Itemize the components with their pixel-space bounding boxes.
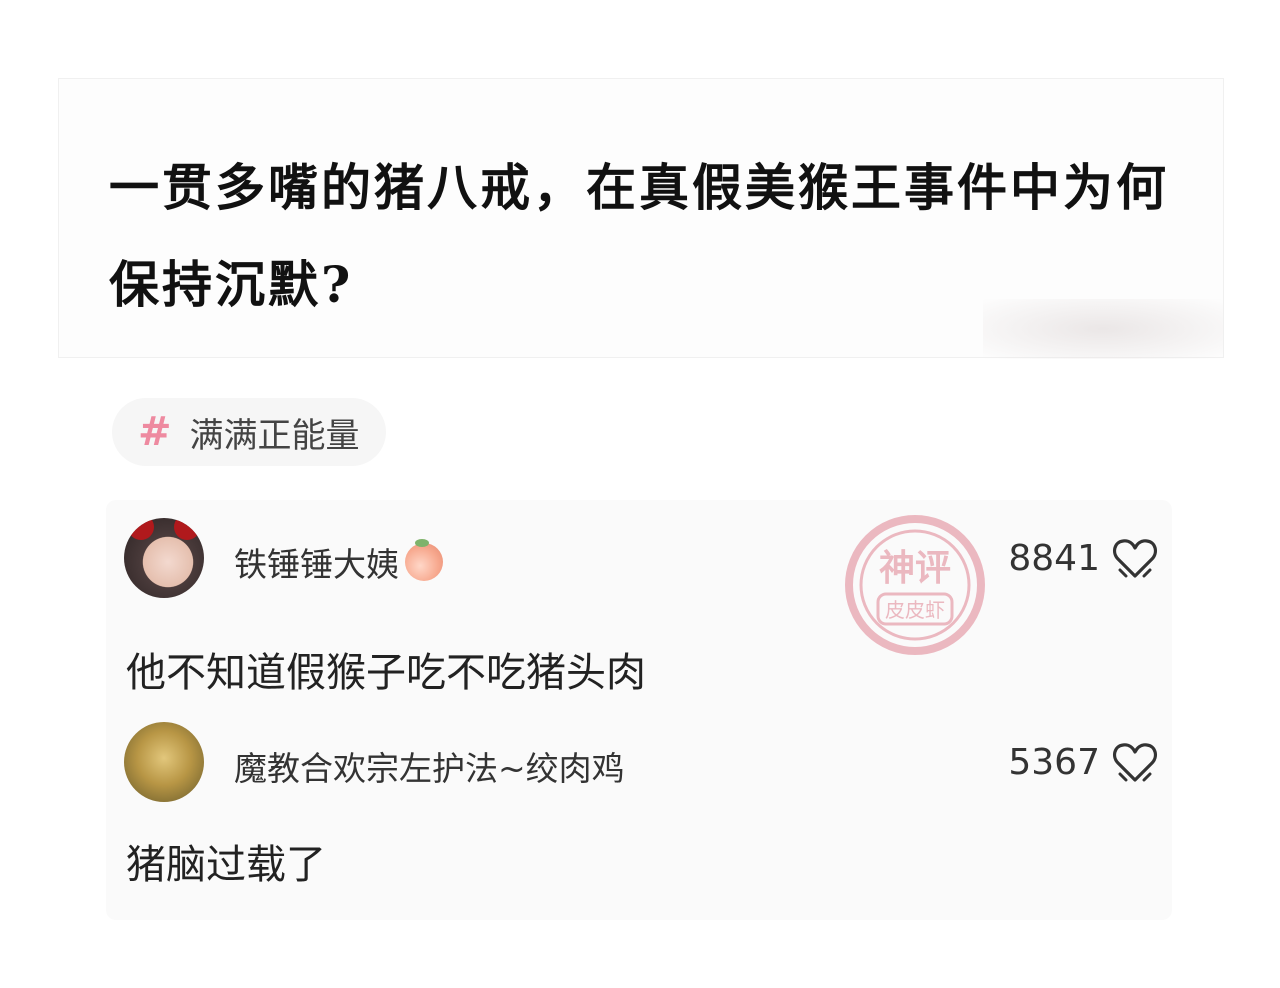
comment-text: 他不知道假猴子吃不吃猪头肉	[126, 650, 646, 696]
topic-tag-label: 满满正能量	[189, 415, 360, 456]
avatar-decoration	[128, 518, 154, 540]
like-count: 5367	[1008, 741, 1100, 783]
like-button[interactable]: 5367	[1008, 740, 1158, 784]
like-count: 8841	[1008, 537, 1100, 579]
username-text: 铁锤锤大姨	[234, 545, 399, 584]
comments-panel: 铁锤锤大姨 8841 他不知道假猴子吃不吃猪头肉 魔教合欢宗左护法~绞肉鸡 53…	[106, 500, 1172, 920]
avatar[interactable]	[124, 518, 204, 598]
comment-username[interactable]: 铁锤锤大姨	[234, 538, 443, 586]
topic-tag[interactable]: # 满满正能量	[112, 398, 386, 466]
watermark-stamp: 神评 皮皮虾	[845, 515, 985, 655]
heart-icon	[1112, 743, 1158, 782]
watermark-top-text: 神评	[879, 548, 951, 589]
heart-icon	[1112, 539, 1158, 578]
like-button[interactable]: 8841	[1008, 536, 1158, 580]
comment-username[interactable]: 魔教合欢宗左护法~绞肉鸡	[234, 742, 625, 790]
avatar-decoration	[174, 518, 200, 540]
hash-icon: #	[138, 409, 172, 455]
peach-icon	[405, 539, 443, 581]
watermark-bottom-text: 皮皮虾	[885, 598, 945, 622]
username-text: 魔教合欢宗左护法~绞肉鸡	[234, 749, 625, 788]
question-card[interactable]: 一贯多嘴的猪八戒，在真假美猴王事件中为何保持沉默?	[58, 78, 1224, 359]
blurred-region	[983, 299, 1223, 359]
comment-text: 猪脑过载了	[126, 842, 326, 888]
avatar[interactable]	[124, 722, 204, 802]
